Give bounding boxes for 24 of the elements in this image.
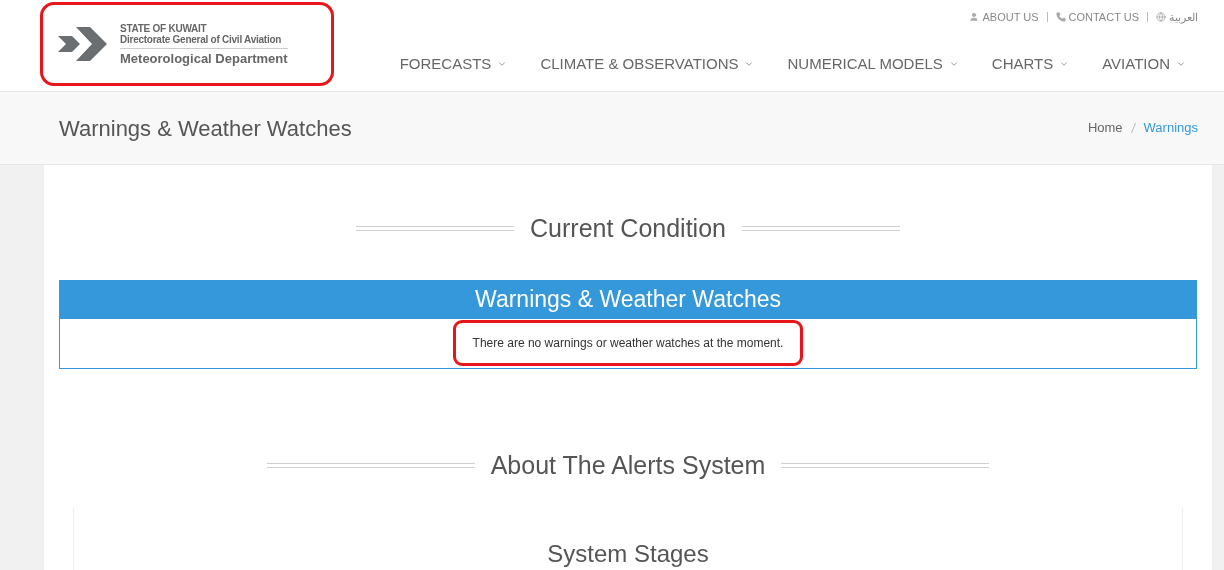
top-link[interactable]: ABOUT US (969, 9, 1039, 26)
nav-menu-item[interactable]: CLIMATE & OBSERVATIONS (540, 52, 755, 75)
top-link[interactable]: العربية (1156, 9, 1198, 26)
top-link[interactable]: CONTACT US (1055, 9, 1139, 26)
nav-menu-item[interactable]: AVIATION (1102, 52, 1186, 75)
chevron-logo-icon (58, 27, 108, 61)
phone-icon (1055, 12, 1066, 23)
nav-menu-item[interactable]: CHARTS (991, 52, 1070, 75)
breadcrumb-separator-icon (1130, 123, 1136, 133)
section-heading: Current Condition (529, 213, 727, 244)
logo-text: STATE OF KUWAIT (120, 23, 208, 34)
section-heading: About The Alerts System (489, 449, 767, 481)
logo-text: Meteorological Department (120, 51, 288, 65)
panel-header: Warnings & Weather Watches (60, 280, 1196, 319)
user-icon (969, 12, 980, 23)
card-title: System Stages (547, 539, 709, 569)
nav-menu-item[interactable]: NUMERICAL MODELS (787, 52, 959, 75)
breadcrumb-link[interactable]: Warnings (1143, 118, 1198, 138)
no-warnings-message: There are no warnings or weather watches at the moment. (452, 320, 804, 366)
page-title: Warnings & Weather Watches (59, 114, 352, 143)
logo-text: Directorate General of Civil Aviation (120, 34, 283, 45)
globe-icon (1156, 12, 1166, 23)
nav-menu-item[interactable]: FORECASTS (399, 52, 508, 75)
breadcrumb-link[interactable]: Home (1087, 118, 1123, 138)
